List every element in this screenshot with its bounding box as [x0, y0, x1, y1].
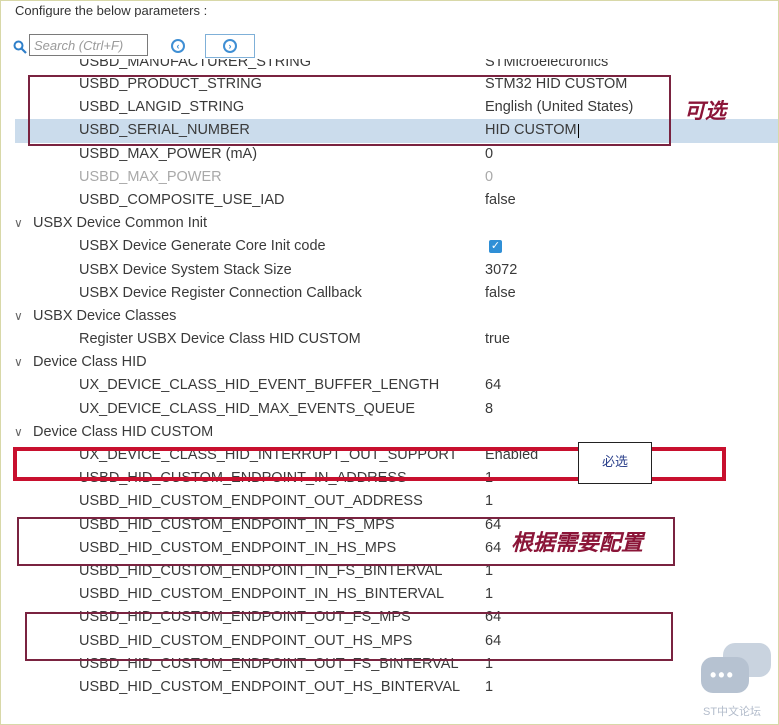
- param-value[interactable]: true: [485, 328, 510, 351]
- param-value[interactable]: 1: [485, 583, 493, 606]
- param-row-endpoint-out-hs-binterval[interactable]: USBD_HID_CUSTOM_ENDPOINT_OUT_HS_BINTERVA…: [1, 676, 778, 699]
- group-usbx-device-classes[interactable]: ∨ USBX Device Classes: [1, 305, 778, 328]
- param-value[interactable]: 1: [485, 676, 493, 699]
- param-row-event-buffer-length[interactable]: UX_DEVICE_CLASS_HID_EVENT_BUFFER_LENGTH …: [1, 374, 778, 397]
- param-value: 0: [485, 168, 494, 185]
- param-row-max-power: USBD_MAX_POWER 0: [1, 166, 778, 189]
- chevron-down-icon[interactable]: ∨: [14, 351, 23, 374]
- param-label: USBD_HID_CUSTOM_ENDPOINT_OUT_ADDRESS: [79, 493, 423, 510]
- param-label: USBD_COMPOSITE_USE_IAD: [79, 191, 285, 208]
- param-label: USBD_MANUFACTURER_STRING: [79, 59, 312, 70]
- param-label: Register USBX Device Class HID CUSTOM: [79, 331, 361, 348]
- param-row-system-stack-size[interactable]: USBX Device System Stack Size 3072: [1, 259, 778, 282]
- next-match-button[interactable]: ›: [205, 34, 255, 58]
- param-label: USBX Device System Stack Size: [79, 261, 292, 278]
- param-row-composite-use-iad[interactable]: USBD_COMPOSITE_USE_IAD false: [1, 189, 778, 212]
- param-value[interactable]: false: [485, 282, 516, 305]
- panel-header: Configure the below parameters :: [15, 5, 208, 17]
- param-value[interactable]: STMicroelectronics: [485, 59, 608, 73]
- circle-arrow-left-icon: ‹: [171, 39, 185, 53]
- param-label: USBD_HID_CUSTOM_ENDPOINT_IN_HS_BINTERVAL: [79, 586, 445, 603]
- param-value[interactable]: 3072: [485, 259, 517, 282]
- required-callout: 必选: [578, 442, 652, 484]
- param-row-register-connection-callback[interactable]: USBX Device Register Connection Callback…: [1, 282, 778, 305]
- group-device-class-hid[interactable]: ∨ Device Class HID: [1, 351, 778, 374]
- param-label: USBD_MAX_POWER: [79, 168, 222, 185]
- forum-watermark: ••• ST中文论坛: [701, 643, 773, 721]
- param-row-manufacturer-string[interactable]: USBD_MANUFACTURER_STRING STMicroelectron…: [1, 59, 778, 73]
- previous-match-button[interactable]: ‹: [161, 34, 195, 58]
- param-label: USBX Device Generate Core Init code: [79, 238, 326, 255]
- param-row-max-power-ma[interactable]: USBD_MAX_POWER (mA) 0: [1, 143, 778, 166]
- group-label: USBX Device Classes: [33, 307, 177, 324]
- param-label: USBD_MAX_POWER (mA): [79, 145, 258, 162]
- param-value[interactable]: false: [485, 189, 516, 212]
- search-input[interactable]: [29, 34, 148, 56]
- param-row-endpoint-in-hs-binterval[interactable]: USBD_HID_CUSTOM_ENDPOINT_IN_HS_BINTERVAL…: [1, 583, 778, 606]
- param-label: USBX Device Register Connection Callback: [79, 284, 362, 301]
- param-row-max-events-queue[interactable]: UX_DEVICE_CLASS_HID_MAX_EVENTS_QUEUE 8: [1, 398, 778, 421]
- group-device-class-hid-custom[interactable]: ∨ Device Class HID CUSTOM: [1, 421, 778, 444]
- as-needed-highlight-box-out: [25, 612, 673, 661]
- group-label: Device Class HID: [33, 354, 147, 371]
- group-label: USBX Device Common Init: [33, 215, 208, 232]
- search-toolbar: ‹ ›: [1, 31, 778, 61]
- param-value[interactable]: 1: [485, 490, 493, 513]
- param-label: UX_DEVICE_CLASS_HID_EVENT_BUFFER_LENGTH: [79, 377, 440, 394]
- param-value[interactable]: 8: [485, 398, 493, 421]
- optional-callout: 可选: [684, 99, 726, 123]
- as-needed-callout: 根据需要配置: [511, 531, 644, 556]
- parameter-tree: USBD_MANUFACTURER_STRING STMicroelectron…: [1, 59, 778, 699]
- watermark-text: ST中文论坛: [703, 706, 762, 718]
- optional-highlight-box: [28, 75, 671, 146]
- group-usbx-device-common-init[interactable]: ∨ USBX Device Common Init: [1, 212, 778, 235]
- configuration-panel: Configure the below parameters : ‹ › USB…: [0, 0, 779, 725]
- chevron-down-icon[interactable]: ∨: [14, 212, 23, 235]
- checkbox-checked-icon[interactable]: ✓: [489, 240, 502, 254]
- param-row-register-class-hid-custom[interactable]: Register USBX Device Class HID CUSTOM tr…: [1, 328, 778, 351]
- chevron-down-icon[interactable]: ∨: [14, 305, 23, 328]
- param-value[interactable]: 0: [485, 143, 493, 166]
- param-value[interactable]: 64: [485, 374, 501, 397]
- param-label: UX_DEVICE_CLASS_HID_MAX_EVENTS_QUEUE: [79, 400, 416, 417]
- search-icon: [13, 40, 27, 54]
- param-label: USBD_HID_CUSTOM_ENDPOINT_OUT_HS_BINTERVA…: [79, 678, 461, 695]
- ellipsis-icon: •••: [710, 665, 735, 685]
- chevron-down-icon[interactable]: ∨: [14, 421, 23, 444]
- param-row-endpoint-out-address[interactable]: USBD_HID_CUSTOM_ENDPOINT_OUT_ADDRESS 1: [1, 490, 778, 513]
- group-label: Device Class HID CUSTOM: [33, 423, 214, 440]
- circle-arrow-right-icon: ›: [223, 39, 237, 53]
- param-row-generate-core-init[interactable]: USBX Device Generate Core Init code ✓: [1, 235, 778, 258]
